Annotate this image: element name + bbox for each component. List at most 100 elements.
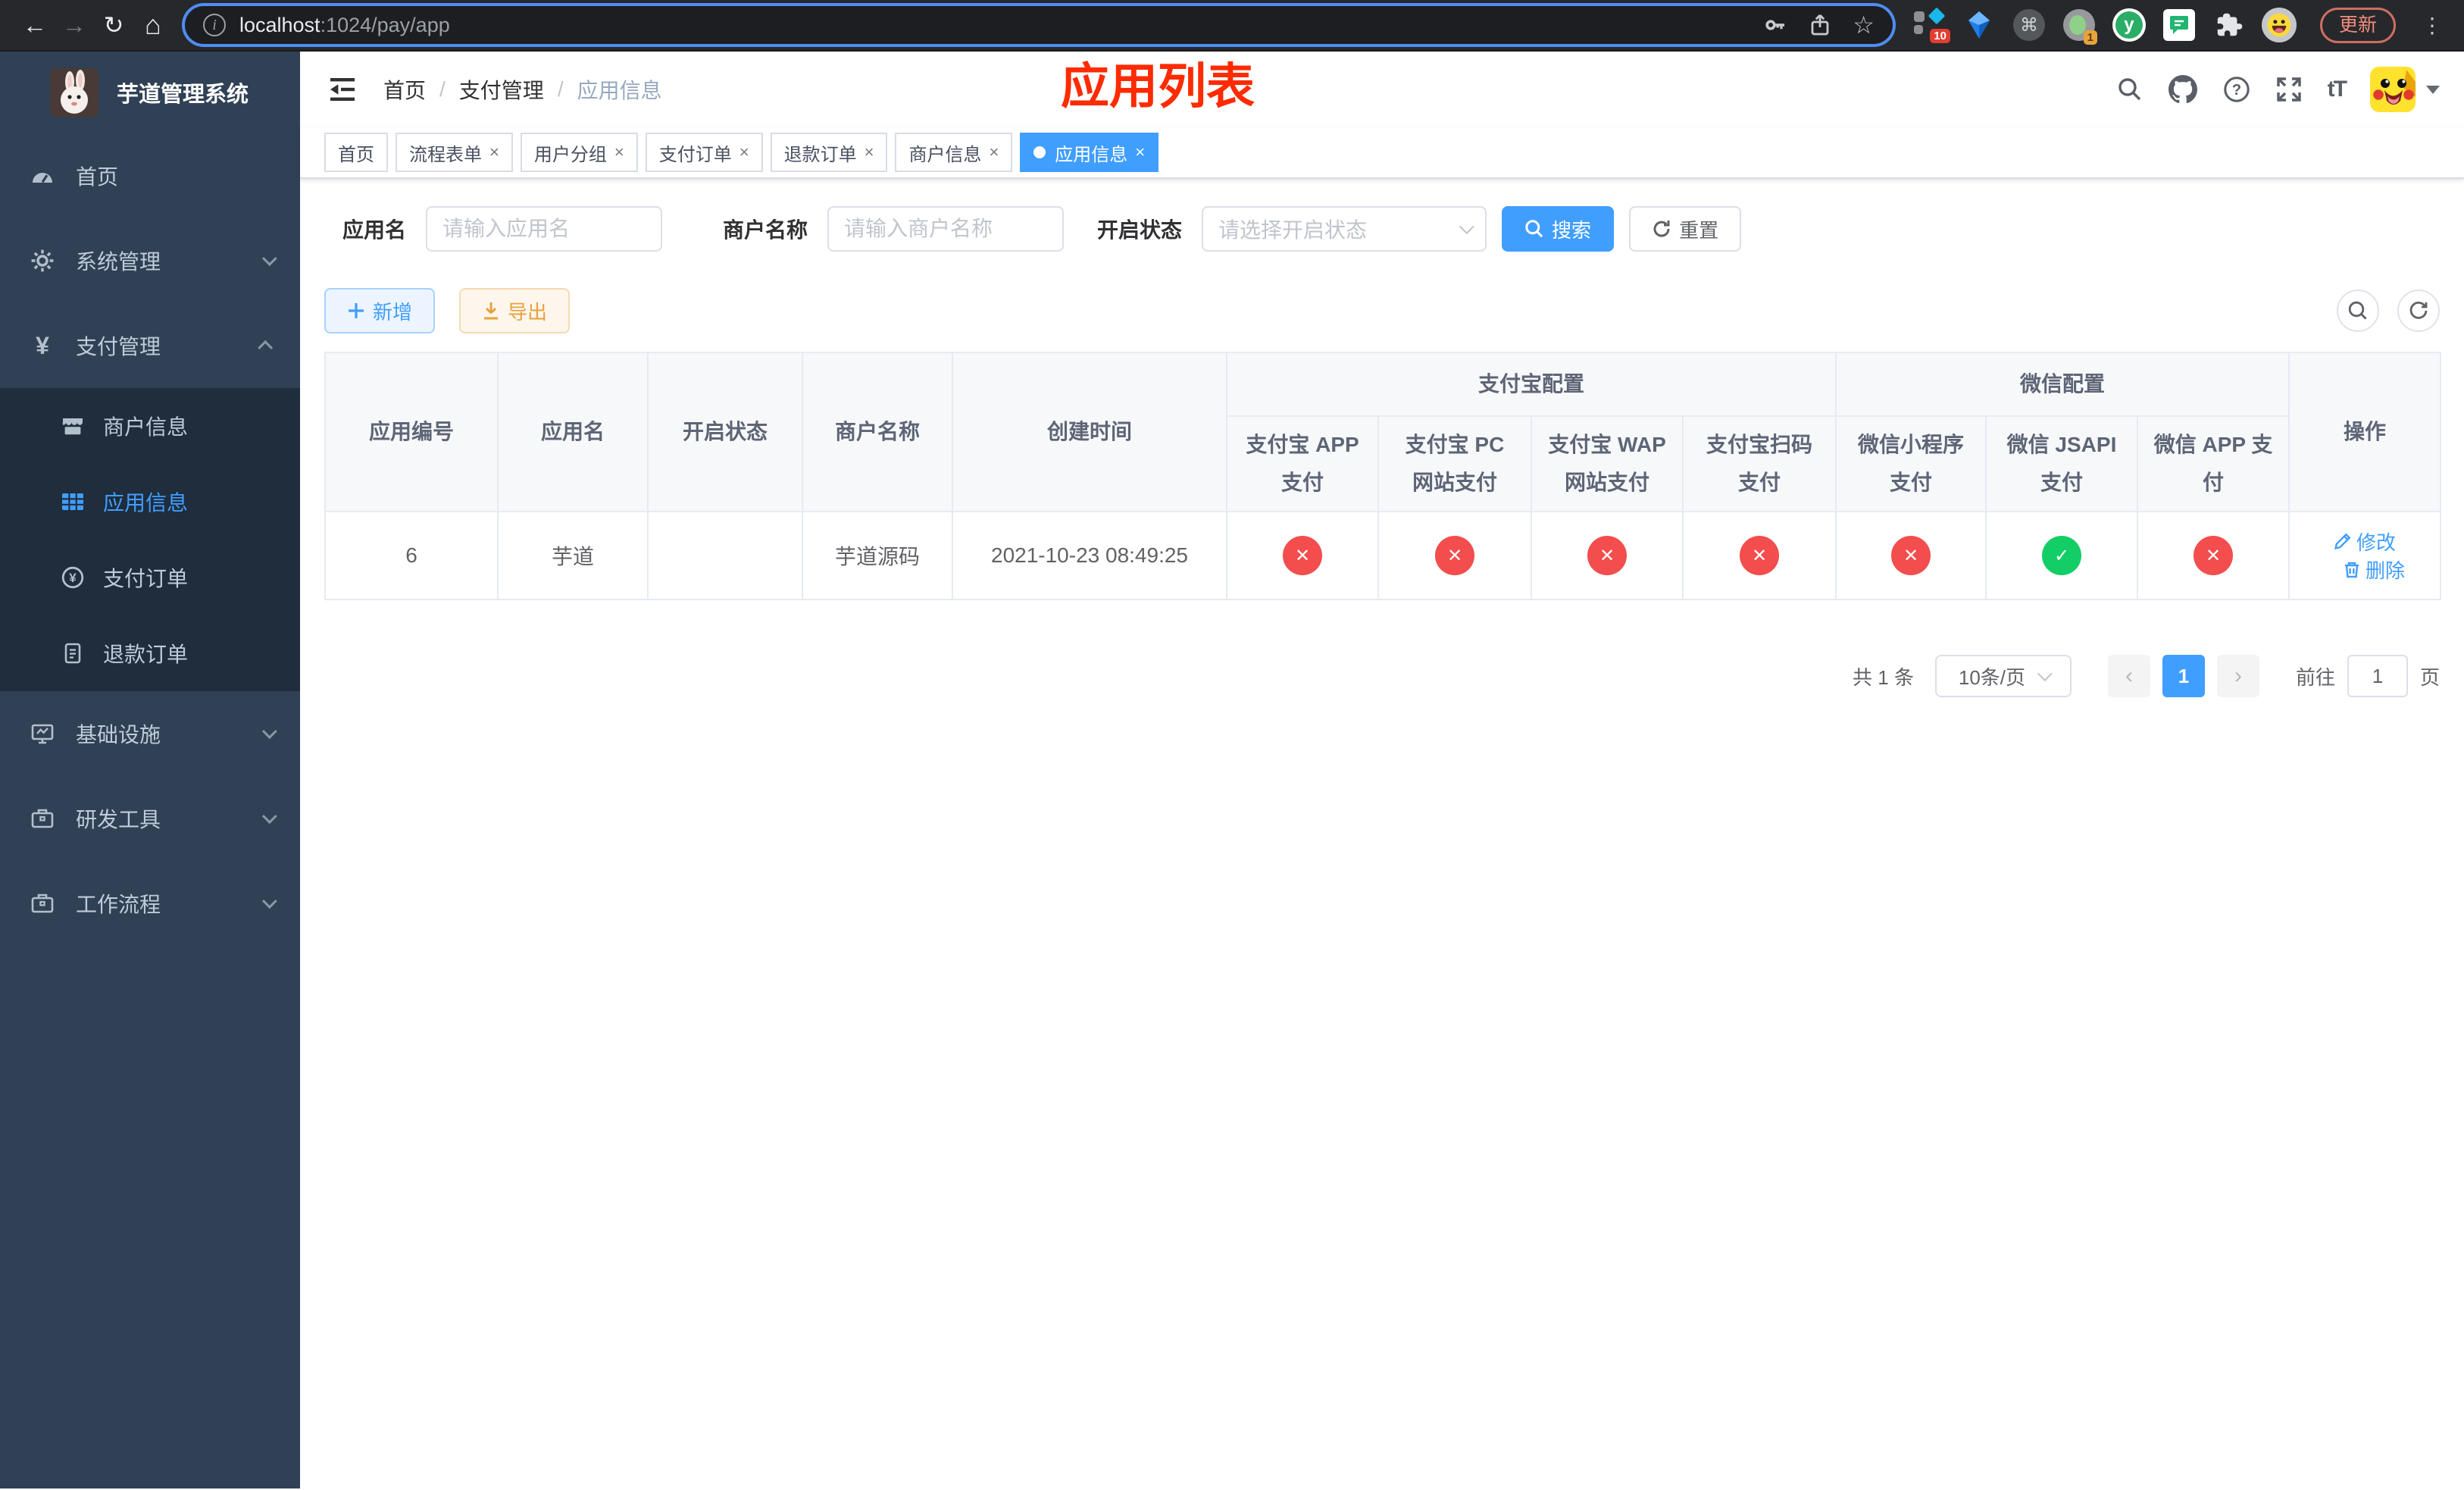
toggle-search-circle-button[interactable] xyxy=(2337,290,2379,332)
refresh-circle-button[interactable] xyxy=(2397,290,2440,332)
tab-process-form[interactable]: 流程表单 × xyxy=(396,133,513,172)
yen-icon: ¥ xyxy=(36,331,49,359)
password-key-icon[interactable] xyxy=(1763,13,1787,37)
sidebar-item-pay-order[interactable]: ¥ 支付订单 xyxy=(0,540,300,615)
sidebar-item-devtools[interactable]: 研发工具 xyxy=(0,776,300,861)
sidebar-item-label: 工作流程 xyxy=(76,893,161,916)
search-icon-button[interactable] xyxy=(2117,77,2143,102)
search-button[interactable]: 搜索 xyxy=(1502,206,1615,252)
close-icon[interactable]: × xyxy=(489,142,499,162)
next-page-button[interactable]: › xyxy=(2216,655,2259,697)
delete-link-label: 删除 xyxy=(2366,559,2406,582)
browser-forward-button[interactable]: → xyxy=(55,5,94,45)
monitor-icon xyxy=(30,722,55,746)
help-icon-button[interactable]: ? xyxy=(2223,76,2250,103)
goto-input[interactable] xyxy=(2347,655,2408,697)
fullscreen-icon-button[interactable] xyxy=(2276,77,2302,102)
delete-link[interactable]: 删除 xyxy=(2343,556,2405,584)
browser-update-button[interactable]: 更新 xyxy=(2319,7,2396,43)
app-logo-row[interactable]: 芋道管理系统 xyxy=(0,52,300,133)
bookmark-star-icon[interactable]: ☆ xyxy=(1853,11,1875,39)
tab-refund-order[interactable]: 退款订单 × xyxy=(770,133,888,172)
main-panel: 首页 / 支付管理 / 应用信息 应用列表 ? tT 首页 流程表单 × 用户分… xyxy=(300,52,2464,1488)
github-icon-button[interactable] xyxy=(2168,75,2197,104)
browser-profile-avatar[interactable] xyxy=(2261,7,2297,43)
svg-text:¥: ¥ xyxy=(69,571,77,585)
toggle-knob xyxy=(698,559,722,583)
edit-link-label: 修改 xyxy=(2356,531,2397,554)
reset-button-label: 重置 xyxy=(1679,218,1719,242)
app-window: 芋道管理系统 首页 系统管理 ¥ 支付管理 商户信息 应用信息 ¥ 支付订单 退… xyxy=(0,52,2464,1488)
tab-merchant-info[interactable]: 商户信息 × xyxy=(895,133,1013,172)
browser-reload-button[interactable]: ↻ xyxy=(94,5,133,45)
col-wx-app: 微信 APP 支付 xyxy=(2137,415,2290,512)
extension-tab-manager-icon[interactable]: 10 xyxy=(1911,7,1950,43)
close-icon[interactable]: × xyxy=(740,142,749,162)
status-select[interactable]: 请选择开启状态 xyxy=(1202,206,1487,252)
shop-icon xyxy=(61,414,85,438)
url-host: localhost xyxy=(239,13,321,36)
cell-wx-jsapi: ✓ xyxy=(1985,511,2139,600)
browser-home-button[interactable]: ⌂ xyxy=(133,5,173,45)
extension-yuque-icon[interactable]: y xyxy=(2111,7,2147,43)
tab-app-info[interactable]: 应用信息 × xyxy=(1020,133,1159,172)
cell-alipay-pc: ✕ xyxy=(1377,511,1532,600)
close-icon[interactable]: × xyxy=(989,142,999,162)
merchant-name-input[interactable] xyxy=(827,206,1065,252)
reset-button[interactable]: 重置 xyxy=(1629,206,1742,252)
app-name-label: 应用名 xyxy=(342,218,407,242)
font-size-icon-button[interactable]: tT xyxy=(2328,77,2347,102)
cell-created: 2021-10-23 08:49:25 xyxy=(952,511,1227,600)
close-icon[interactable]: × xyxy=(865,142,874,162)
url-path: :1024/pay/app xyxy=(320,13,450,36)
address-bar[interactable]: i localhost:1024/pay/app ☆ xyxy=(185,6,1893,44)
extensions-puzzle-icon[interactable] xyxy=(2211,7,2247,43)
export-button[interactable]: 导出 xyxy=(459,288,571,333)
status-select-placeholder: 请选择开启状态 xyxy=(1218,218,1368,242)
extension-gem-icon[interactable] xyxy=(1961,7,1997,43)
sidebar-item-app-info[interactable]: 应用信息 xyxy=(0,464,300,540)
col-group-alipay: 支付宝配置 xyxy=(1225,352,1837,417)
status-alipay-app-icon: ✕ xyxy=(1283,536,1322,575)
extension-chat-icon[interactable] xyxy=(2161,7,2197,43)
sidebar-item-merchant-info[interactable]: 商户信息 xyxy=(0,388,300,464)
breadcrumb-separator: / xyxy=(439,77,446,101)
tab-home[interactable]: 首页 xyxy=(324,133,388,172)
sidebar-item-refund-order[interactable]: 退款订单 xyxy=(0,615,300,691)
app-name-input[interactable] xyxy=(426,206,663,252)
extension-command-icon[interactable]: ⌘ xyxy=(2011,7,2047,43)
share-icon[interactable] xyxy=(1809,13,1831,37)
breadcrumb-home[interactable]: 首页 xyxy=(383,74,426,105)
close-icon[interactable]: × xyxy=(614,142,624,162)
sidebar-item-system[interactable]: 系统管理 xyxy=(0,218,300,303)
gear-icon xyxy=(30,249,55,273)
app-logo xyxy=(50,68,98,117)
page-1-button[interactable]: 1 xyxy=(2162,655,2205,697)
tab-user-group[interactable]: 用户分组 × xyxy=(520,133,638,172)
status-alipay-wap-icon: ✕ xyxy=(1587,536,1627,575)
close-icon[interactable]: × xyxy=(1135,142,1145,162)
tab-label: 首页 xyxy=(338,144,374,165)
site-info-icon[interactable]: i xyxy=(203,14,226,36)
breadcrumb-current: 应用信息 xyxy=(577,79,662,102)
cell-wx-app: ✕ xyxy=(2137,511,2290,600)
breadcrumb-payment[interactable]: 支付管理 xyxy=(459,74,544,105)
download-icon xyxy=(484,302,499,320)
sidebar-item-label: 支付管理 xyxy=(76,335,161,358)
user-avatar-menu[interactable] xyxy=(2370,67,2440,112)
sidebar-item-payment[interactable]: ¥ 支付管理 xyxy=(0,303,300,388)
edit-link[interactable]: 修改 xyxy=(2334,527,2396,556)
sidebar-item-infra[interactable]: 基础设施 xyxy=(0,691,300,776)
page-size-select[interactable]: 10条/页 xyxy=(1934,655,2072,697)
status-alipay-pc-icon: ✕ xyxy=(1435,536,1474,575)
tab-pay-order[interactable]: 支付订单 × xyxy=(645,133,763,172)
extension-recorder-icon[interactable]: 1 xyxy=(2061,7,2097,45)
sidebar-toggle-button[interactable] xyxy=(327,76,358,103)
browser-back-button[interactable]: ← xyxy=(15,5,55,45)
browser-menu-button[interactable]: ⋮ xyxy=(2416,13,2449,38)
add-button[interactable]: 新增 xyxy=(324,288,436,333)
sidebar-item-home[interactable]: 首页 xyxy=(0,133,300,218)
sidebar-item-workflow[interactable]: 工作流程 xyxy=(0,861,300,946)
pagination: 共 1 条 10条/页 ‹ 1 › 前往 页 xyxy=(324,655,2440,697)
prev-page-button[interactable]: ‹ xyxy=(2107,655,2150,697)
